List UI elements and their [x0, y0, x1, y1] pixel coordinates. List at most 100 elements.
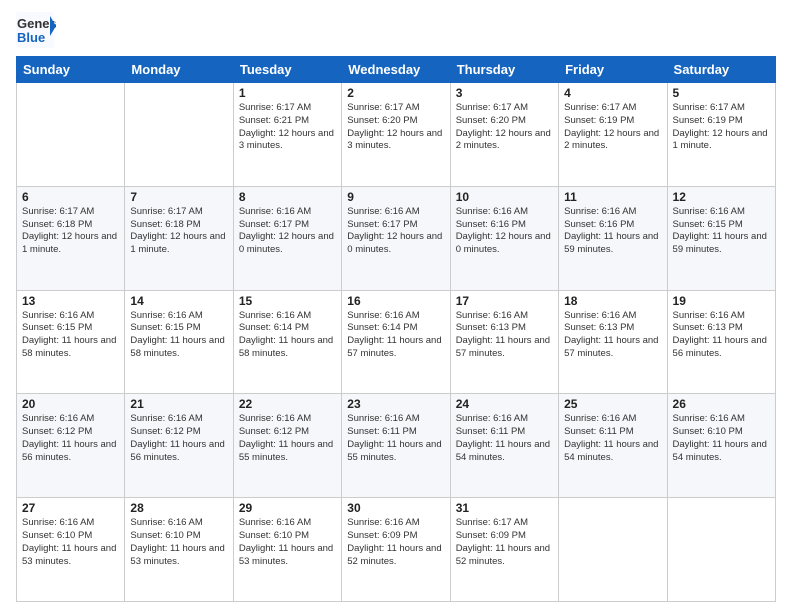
day-number: 3	[456, 86, 553, 100]
calendar: SundayMondayTuesdayWednesdayThursdayFrid…	[16, 56, 776, 602]
calendar-cell: 17 Sunrise: 6:16 AM Sunset: 6:13 PM Dayli…	[450, 290, 558, 394]
logo: General Blue	[16, 12, 56, 48]
day-info: Sunrise: 6:16 AM Sunset: 6:16 PM Dayligh…	[564, 206, 661, 257]
day-number: 30	[347, 501, 444, 515]
calendar-cell: 25 Sunrise: 6:16 AM Sunset: 6:11 PM Dayli…	[559, 394, 667, 498]
calendar-cell: 23 Sunrise: 6:16 AM Sunset: 6:11 PM Dayli…	[342, 394, 450, 498]
calendar-cell: 22 Sunrise: 6:16 AM Sunset: 6:12 PM Dayli…	[233, 394, 341, 498]
day-number: 12	[673, 190, 770, 204]
calendar-cell: 18 Sunrise: 6:16 AM Sunset: 6:13 PM Dayli…	[559, 290, 667, 394]
day-number: 6	[22, 190, 119, 204]
day-info: Sunrise: 6:16 AM Sunset: 6:13 PM Dayligh…	[456, 310, 553, 361]
calendar-cell: 21 Sunrise: 6:16 AM Sunset: 6:12 PM Dayli…	[125, 394, 233, 498]
day-info: Sunrise: 6:17 AM Sunset: 6:20 PM Dayligh…	[456, 102, 553, 153]
day-number: 22	[239, 397, 336, 411]
calendar-cell: 3 Sunrise: 6:17 AM Sunset: 6:20 PM Daylig…	[450, 83, 558, 187]
day-info: Sunrise: 6:16 AM Sunset: 6:13 PM Dayligh…	[564, 310, 661, 361]
day-number: 29	[239, 501, 336, 515]
calendar-cell: 15 Sunrise: 6:16 AM Sunset: 6:14 PM Dayli…	[233, 290, 341, 394]
day-number: 1	[239, 86, 336, 100]
day-info: Sunrise: 6:17 AM Sunset: 6:18 PM Dayligh…	[130, 206, 227, 257]
calendar-cell: 14 Sunrise: 6:16 AM Sunset: 6:15 PM Dayli…	[125, 290, 233, 394]
day-info: Sunrise: 6:17 AM Sunset: 6:19 PM Dayligh…	[564, 102, 661, 153]
day-number: 31	[456, 501, 553, 515]
calendar-cell	[17, 83, 125, 187]
day-number: 19	[673, 294, 770, 308]
calendar-cell: 20 Sunrise: 6:16 AM Sunset: 6:12 PM Dayli…	[17, 394, 125, 498]
weekday-header-saturday: Saturday	[667, 57, 775, 83]
calendar-cell	[125, 83, 233, 187]
day-info: Sunrise: 6:16 AM Sunset: 6:14 PM Dayligh…	[347, 310, 444, 361]
day-info: Sunrise: 6:16 AM Sunset: 6:17 PM Dayligh…	[347, 206, 444, 257]
day-info: Sunrise: 6:16 AM Sunset: 6:10 PM Dayligh…	[22, 517, 119, 568]
day-info: Sunrise: 6:17 AM Sunset: 6:20 PM Dayligh…	[347, 102, 444, 153]
day-number: 14	[130, 294, 227, 308]
day-number: 4	[564, 86, 661, 100]
calendar-cell: 31 Sunrise: 6:17 AM Sunset: 6:09 PM Dayli…	[450, 498, 558, 602]
day-info: Sunrise: 6:16 AM Sunset: 6:17 PM Dayligh…	[239, 206, 336, 257]
calendar-cell: 10 Sunrise: 6:16 AM Sunset: 6:16 PM Dayli…	[450, 186, 558, 290]
day-info: Sunrise: 6:16 AM Sunset: 6:15 PM Dayligh…	[673, 206, 770, 257]
day-info: Sunrise: 6:17 AM Sunset: 6:18 PM Dayligh…	[22, 206, 119, 257]
day-info: Sunrise: 6:16 AM Sunset: 6:11 PM Dayligh…	[456, 413, 553, 464]
day-number: 20	[22, 397, 119, 411]
day-number: 2	[347, 86, 444, 100]
weekday-header-thursday: Thursday	[450, 57, 558, 83]
calendar-cell: 27 Sunrise: 6:16 AM Sunset: 6:10 PM Dayli…	[17, 498, 125, 602]
day-info: Sunrise: 6:16 AM Sunset: 6:11 PM Dayligh…	[564, 413, 661, 464]
calendar-cell: 11Sunrise: 6:16 AM Sunset: 6:16 PM Dayli…	[559, 186, 667, 290]
day-info: Sunrise: 6:16 AM Sunset: 6:10 PM Dayligh…	[130, 517, 227, 568]
day-number: 27	[22, 501, 119, 515]
day-number: 13	[22, 294, 119, 308]
calendar-cell: 2 Sunrise: 6:17 AM Sunset: 6:20 PM Daylig…	[342, 83, 450, 187]
day-info: Sunrise: 6:16 AM Sunset: 6:12 PM Dayligh…	[22, 413, 119, 464]
calendar-cell: 4 Sunrise: 6:17 AM Sunset: 6:19 PM Daylig…	[559, 83, 667, 187]
day-number: 9	[347, 190, 444, 204]
calendar-cell: 29Sunrise: 6:16 AM Sunset: 6:10 PM Dayli…	[233, 498, 341, 602]
day-info: Sunrise: 6:16 AM Sunset: 6:16 PM Dayligh…	[456, 206, 553, 257]
day-info: Sunrise: 6:16 AM Sunset: 6:12 PM Dayligh…	[130, 413, 227, 464]
day-number: 21	[130, 397, 227, 411]
day-info: Sunrise: 6:16 AM Sunset: 6:11 PM Dayligh…	[347, 413, 444, 464]
weekday-header-friday: Friday	[559, 57, 667, 83]
day-number: 5	[673, 86, 770, 100]
day-info: Sunrise: 6:16 AM Sunset: 6:15 PM Dayligh…	[22, 310, 119, 361]
calendar-cell	[559, 498, 667, 602]
svg-text:Blue: Blue	[17, 30, 45, 45]
weekday-header-tuesday: Tuesday	[233, 57, 341, 83]
weekday-header-wednesday: Wednesday	[342, 57, 450, 83]
calendar-cell: 28 Sunrise: 6:16 AM Sunset: 6:10 PM Dayli…	[125, 498, 233, 602]
day-info: Sunrise: 6:16 AM Sunset: 6:10 PM Dayligh…	[673, 413, 770, 464]
day-number: 10	[456, 190, 553, 204]
day-info: Sunrise: 6:17 AM Sunset: 6:19 PM Dayligh…	[673, 102, 770, 153]
logo-icon: General Blue	[16, 12, 56, 48]
calendar-cell: 1 Sunrise: 6:17 AM Sunset: 6:21 PM Daylig…	[233, 83, 341, 187]
calendar-cell: 8Sunrise: 6:16 AM Sunset: 6:17 PM Daylig…	[233, 186, 341, 290]
day-number: 24	[456, 397, 553, 411]
day-info: Sunrise: 6:17 AM Sunset: 6:21 PM Dayligh…	[239, 102, 336, 153]
calendar-cell: 30 Sunrise: 6:16 AM Sunset: 6:09 PM Dayli…	[342, 498, 450, 602]
day-info: Sunrise: 6:16 AM Sunset: 6:12 PM Dayligh…	[239, 413, 336, 464]
day-info: Sunrise: 6:16 AM Sunset: 6:09 PM Dayligh…	[347, 517, 444, 568]
calendar-cell: 24 Sunrise: 6:16 AM Sunset: 6:11 PM Dayli…	[450, 394, 558, 498]
day-number: 16	[347, 294, 444, 308]
day-number: 28	[130, 501, 227, 515]
day-number: 23	[347, 397, 444, 411]
day-number: 25	[564, 397, 661, 411]
page: General Blue SundayMondayTuesdayWednesda…	[0, 0, 792, 612]
day-info: Sunrise: 6:16 AM Sunset: 6:15 PM Dayligh…	[130, 310, 227, 361]
calendar-cell: 13 Sunrise: 6:16 AM Sunset: 6:15 PM Dayli…	[17, 290, 125, 394]
day-number: 18	[564, 294, 661, 308]
weekday-header-sunday: Sunday	[17, 57, 125, 83]
day-number: 17	[456, 294, 553, 308]
header: General Blue	[16, 12, 776, 48]
calendar-cell: 16 Sunrise: 6:16 AM Sunset: 6:14 PM Dayli…	[342, 290, 450, 394]
weekday-header-monday: Monday	[125, 57, 233, 83]
day-number: 26	[673, 397, 770, 411]
calendar-cell: 7Sunrise: 6:17 AM Sunset: 6:18 PM Daylig…	[125, 186, 233, 290]
day-info: Sunrise: 6:16 AM Sunset: 6:14 PM Dayligh…	[239, 310, 336, 361]
day-number: 15	[239, 294, 336, 308]
calendar-cell: 5 Sunrise: 6:17 AM Sunset: 6:19 PM Daylig…	[667, 83, 775, 187]
day-info: Sunrise: 6:17 AM Sunset: 6:09 PM Dayligh…	[456, 517, 553, 568]
calendar-cell: 6 Sunrise: 6:17 AM Sunset: 6:18 PM Daylig…	[17, 186, 125, 290]
